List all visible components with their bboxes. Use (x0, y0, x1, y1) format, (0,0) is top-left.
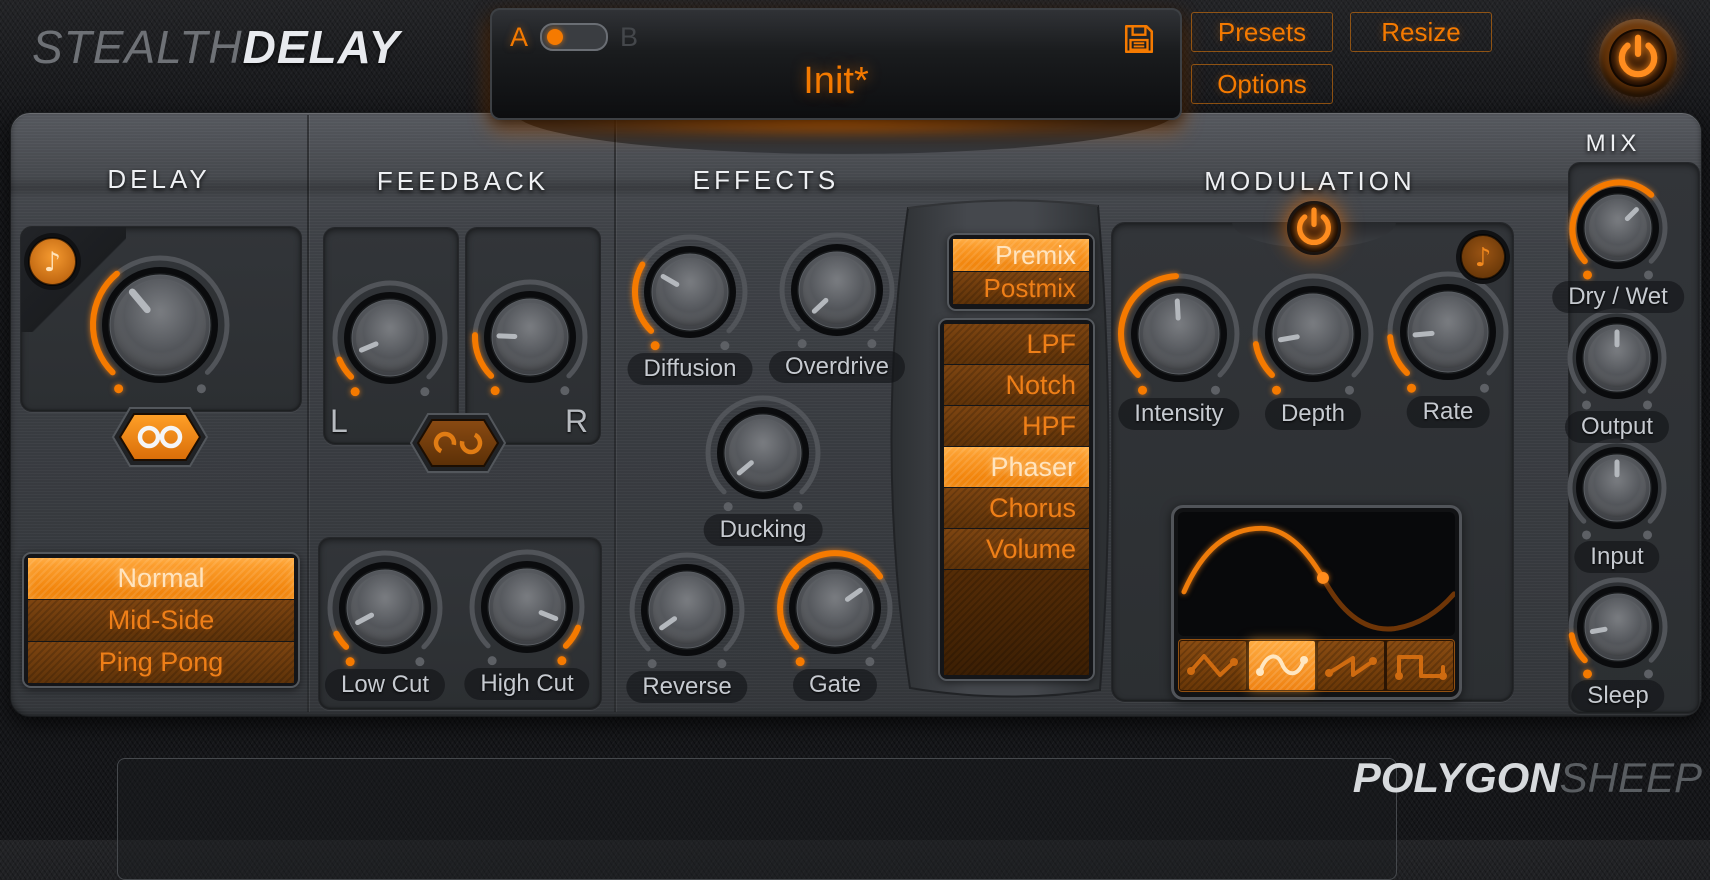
effect-slot-empty-area (944, 570, 1089, 675)
triangle-wave-icon (1184, 645, 1242, 687)
lfo-display (1171, 505, 1462, 700)
square-wave-icon (1391, 645, 1449, 687)
preset-display: A B Init* (490, 8, 1182, 120)
section-title-delay: DELAY (107, 164, 210, 195)
reverse-knob[interactable] (614, 537, 760, 683)
lfo-shape-saw[interactable] (1318, 641, 1384, 690)
ducking-knob[interactable] (690, 380, 836, 526)
feedback-right-knob[interactable] (457, 264, 603, 410)
section-title-modulation: MODULATION (1204, 166, 1415, 197)
mix-routing-list-option-postmix[interactable]: Postmix (953, 272, 1089, 304)
delay-link-button[interactable] (108, 405, 212, 469)
lfo-sine-wave (1178, 512, 1455, 636)
vendor-bold: POLYGON (1353, 754, 1560, 801)
high-cut-knob[interactable] (454, 534, 600, 680)
brand-thin: STEALTH (32, 21, 243, 73)
feedback-link-button[interactable] (406, 411, 510, 475)
delay-mode-list-option-ping-pong[interactable]: Ping Pong (28, 642, 294, 683)
ab-toggle[interactable] (540, 23, 608, 51)
vendor-logo: POLYGONSHEEP (1353, 754, 1702, 802)
effect-slot-list-option-hpf[interactable]: HPF (944, 406, 1089, 446)
saw-wave-icon (1322, 645, 1380, 687)
lfo-phase-marker (1317, 572, 1329, 584)
modulation-power-button[interactable] (1287, 201, 1341, 255)
effect-slot-list-option-lpf[interactable]: LPF (944, 324, 1089, 364)
lfo-shape-triangle[interactable] (1180, 641, 1246, 690)
master-power-button[interactable] (1599, 19, 1677, 97)
header-shade (10, 176, 1700, 198)
dry-wet-knob[interactable] (1553, 163, 1683, 293)
ab-compare-row: A B (510, 22, 638, 52)
preset-name[interactable]: Init* (492, 60, 1180, 103)
section-title-feedback: FEEDBACK (377, 166, 549, 197)
lfo-waveform-screen (1178, 512, 1455, 636)
section-title-mix: MIX (1586, 130, 1641, 158)
vendor-thin: SHEEP (1560, 754, 1702, 801)
intensity-knob[interactable] (1103, 258, 1255, 410)
ab-slot-b-label[interactable]: B (620, 22, 638, 53)
info-box (117, 758, 1397, 880)
ab-toggle-dot (547, 29, 563, 45)
save-preset-icon[interactable] (1122, 22, 1156, 56)
brand-bold: DELAY (243, 21, 401, 73)
input-knob[interactable] (1552, 423, 1682, 553)
mix-routing-list: PremixPostmix (947, 233, 1095, 311)
diffusion-knob[interactable] (617, 219, 763, 365)
delay-mode-list-option-mid-side[interactable]: Mid-Side (28, 600, 294, 641)
feedback-left-knob[interactable] (317, 265, 463, 411)
sleep-knob[interactable] (1553, 562, 1683, 692)
note-icon: ♪ (43, 247, 60, 278)
low-cut-knob[interactable] (312, 535, 458, 681)
presets-button[interactable]: Presets (1191, 12, 1333, 52)
effect-slot-list-option-phaser[interactable]: Phaser (944, 447, 1089, 487)
master-power-inner (1609, 29, 1667, 87)
sine-wave-icon (1253, 645, 1311, 687)
mix-routing-list-option-premix[interactable]: Premix (953, 239, 1089, 271)
effect-slot-list-option-chorus[interactable]: Chorus (944, 488, 1089, 528)
depth-knob[interactable] (1237, 258, 1389, 410)
resize-button[interactable]: Resize (1350, 12, 1492, 52)
mod-sync-note-button[interactable]: ♪ (1455, 229, 1511, 285)
power-icon (1611, 31, 1665, 85)
lfo-shape-square[interactable] (1387, 641, 1453, 690)
delay-mode-list-option-normal[interactable]: Normal (28, 558, 294, 599)
gate-knob[interactable] (762, 535, 908, 681)
power-icon (1290, 204, 1338, 252)
options-button[interactable]: Options (1191, 64, 1333, 104)
divider-delay-feedback (307, 115, 309, 712)
effect-slot-list-option-volume[interactable]: Volume (944, 529, 1089, 569)
lfo-shape-selector (1178, 639, 1455, 692)
effect-slot-list-option-notch[interactable]: Notch (944, 365, 1089, 405)
output-knob[interactable] (1552, 293, 1682, 423)
delay-sync-note-button[interactable]: ♪ (23, 232, 82, 291)
lfo-shape-sine-selected[interactable] (1249, 641, 1315, 690)
note-icon: ♪ (1475, 243, 1492, 273)
section-title-effects: EFFECTS (693, 165, 839, 196)
ab-slot-a-label[interactable]: A (510, 22, 528, 53)
delay-time-knob[interactable] (75, 240, 245, 410)
delay-mode-list: NormalMid-SidePing Pong (22, 552, 300, 688)
effect-slot-list: LPFNotchHPFPhaserChorusVolume (938, 318, 1095, 681)
brand-logo: STEALTHDELAY (32, 20, 400, 74)
overdrive-knob[interactable] (764, 217, 910, 363)
